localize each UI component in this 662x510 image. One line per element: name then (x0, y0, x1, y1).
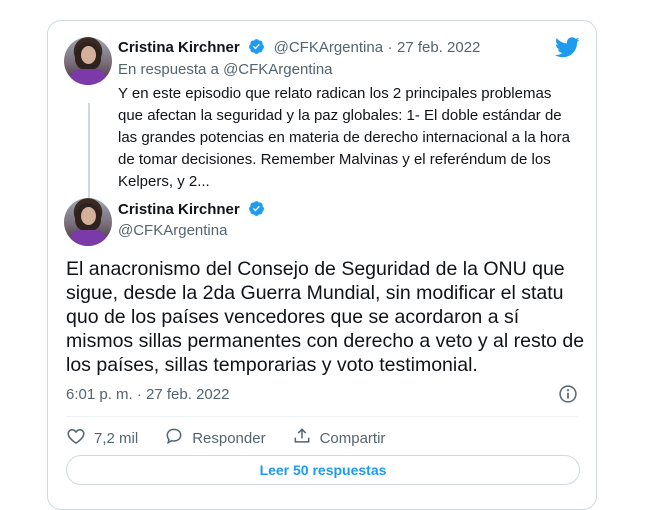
author-avatar[interactable] (64, 37, 112, 85)
reply-tweet-header: Cristina Kirchner @CFKArgentina · 27 feb… (118, 38, 480, 60)
reply-author-handle[interactable]: @CFKArgentina (274, 39, 383, 56)
comment-bubble-icon (164, 426, 192, 450)
reply-author-name[interactable]: Cristina Kirchner (118, 39, 240, 56)
twitter-bird-icon[interactable] (554, 37, 580, 63)
main-author-name[interactable]: Cristina Kirchner (118, 201, 240, 218)
main-tweet-header: Cristina Kirchner (118, 200, 265, 222)
reply-label: Responder (192, 429, 266, 447)
reply-button[interactable]: Responder (164, 426, 266, 450)
main-author-handle[interactable]: @CFKArgentina (118, 222, 227, 239)
like-button[interactable]: 7,2 mil (66, 426, 138, 450)
thread-connector-line (88, 103, 90, 209)
tweet-actions-bar: 7,2 mil Responder Compartir (66, 426, 411, 450)
embedded-tweet-card: Cristina Kirchner @CFKArgentina · 27 feb… (47, 20, 597, 510)
verified-badge-icon (248, 200, 265, 222)
share-button[interactable]: Compartir (292, 426, 386, 450)
info-icon[interactable] (558, 384, 578, 409)
verified-badge-icon (248, 38, 265, 60)
reply-tweet-date[interactable]: 27 feb. 2022 (397, 39, 480, 56)
like-count: 7,2 mil (94, 429, 139, 447)
main-tweet-timestamp[interactable]: 6:01 p. m. · 27 feb. 2022 (66, 386, 229, 403)
divider (66, 416, 578, 417)
share-icon (292, 426, 320, 450)
main-tweet-text: El anacronismo del Consejo de Seguridad … (66, 258, 585, 376)
share-label: Compartir (319, 429, 386, 447)
main-author-avatar[interactable] (64, 198, 112, 246)
heart-icon (66, 426, 94, 450)
read-replies-button[interactable]: Leer 50 respuestas (66, 455, 580, 485)
reply-tweet-text: Y en este episodio que relato radican lo… (118, 85, 570, 190)
replying-to-label[interactable]: En respuesta a @CFKArgentina (118, 61, 333, 78)
separator-dot: · (387, 39, 393, 56)
